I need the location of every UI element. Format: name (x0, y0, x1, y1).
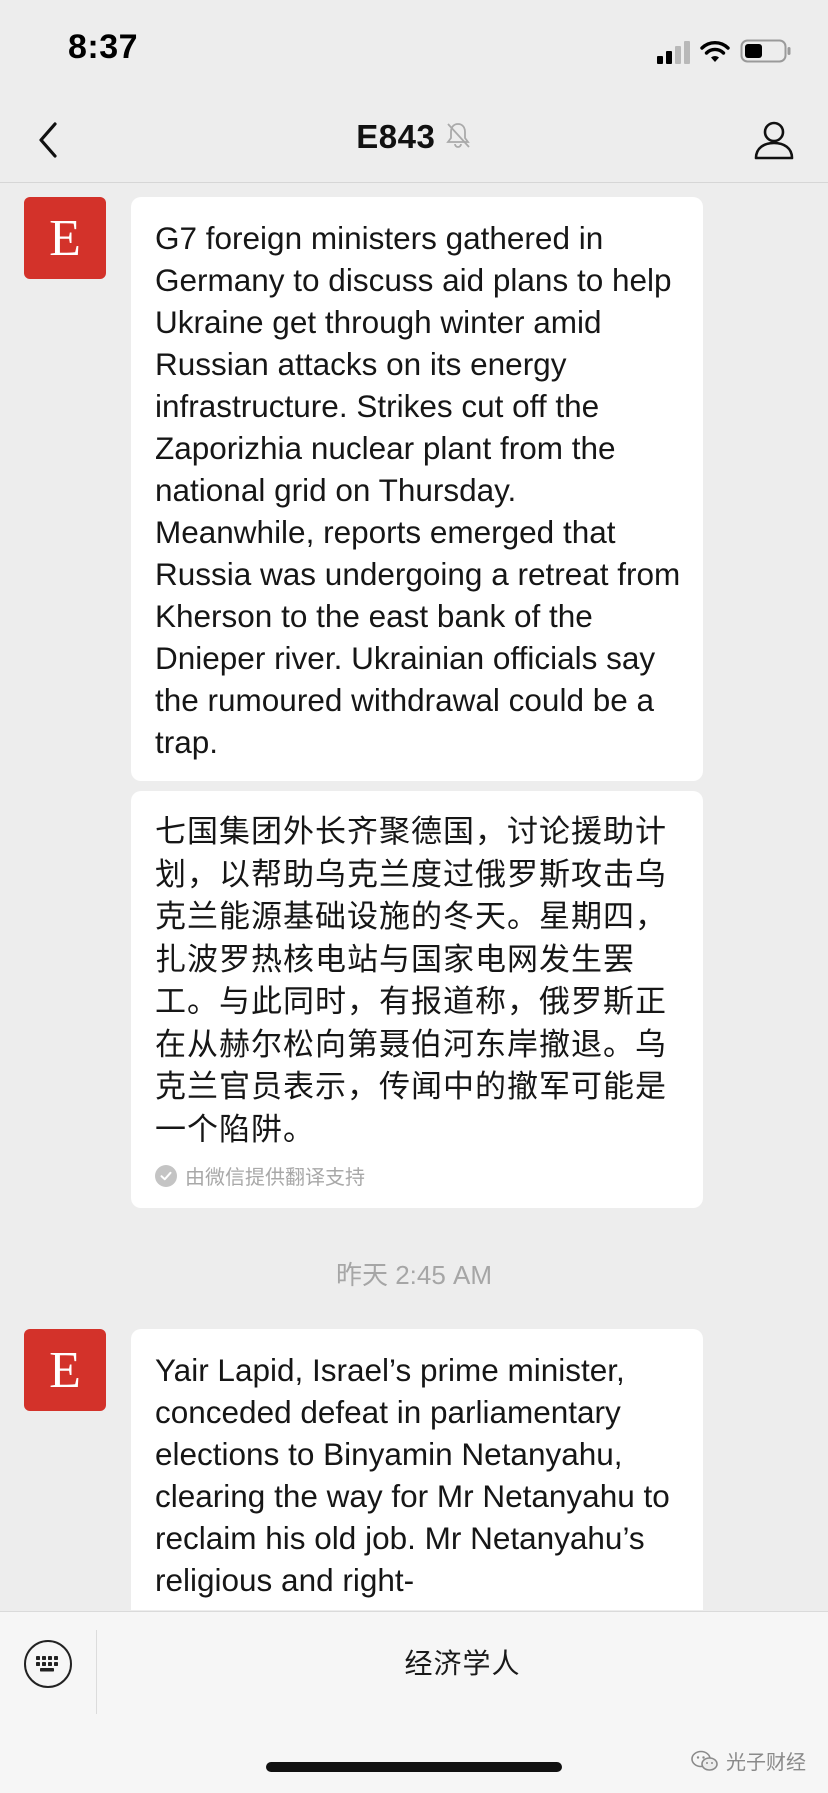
menu-item-economist[interactable]: 经济学人 (97, 1642, 828, 1682)
sender-avatar[interactable]: E (24, 197, 106, 279)
home-indicator (266, 1762, 562, 1772)
watermark-text: 光子财经 (726, 1750, 806, 1774)
translation-text: 七国集团外长齐聚德国，讨论援助计划，以帮助乌克兰度过俄罗斯攻击乌克兰能源基础设施… (155, 814, 667, 1148)
translation-note-label: 由微信提供翻译支持 (185, 1167, 365, 1189)
sender-avatar[interactable]: E (24, 1329, 106, 1411)
checkmark-icon (155, 1164, 177, 1187)
message-timestamp: 昨天 2:45 AM (335, 1260, 493, 1290)
watermark: 光子财经 (690, 1746, 806, 1775)
cellular-signal-icon (657, 40, 690, 64)
profile-button[interactable] (750, 116, 798, 164)
bell-muted-icon (445, 123, 470, 148)
status-icons (657, 36, 792, 64)
chat-title: E843 (356, 118, 436, 155)
status-time: 8:37 (68, 28, 139, 66)
keyboard-icon (36, 1656, 58, 1672)
wechat-logo-icon (691, 1750, 718, 1771)
message-bubble[interactable]: G7 foreign ministers gathered in Germany… (131, 197, 703, 781)
chat-message-list[interactable]: E G7 foreign ministers gathered in Germa… (0, 183, 828, 1610)
message-text: Yair Lapid, Israel’s prime minister, con… (155, 1352, 670, 1598)
nav-title-wrap: E843 (0, 118, 828, 162)
nav-bar: E843 (0, 100, 828, 183)
wifi-icon (700, 41, 730, 62)
message-text: G7 foreign ministers gathered in Germany… (155, 220, 681, 760)
translation-bubble[interactable]: 七国集团外长齐聚德国，讨论援助计划，以帮助乌克兰度过俄罗斯攻击乌克兰能源基础设施… (131, 791, 703, 1208)
keyboard-toggle-button[interactable] (24, 1640, 72, 1688)
translation-note: 由微信提供翻译支持 (155, 1161, 681, 1190)
status-bar: 8:37 (0, 0, 828, 100)
person-icon (754, 121, 794, 160)
battery-icon (740, 39, 791, 63)
message-bubble[interactable]: Yair Lapid, Israel’s prime minister, con… (131, 1329, 703, 1610)
